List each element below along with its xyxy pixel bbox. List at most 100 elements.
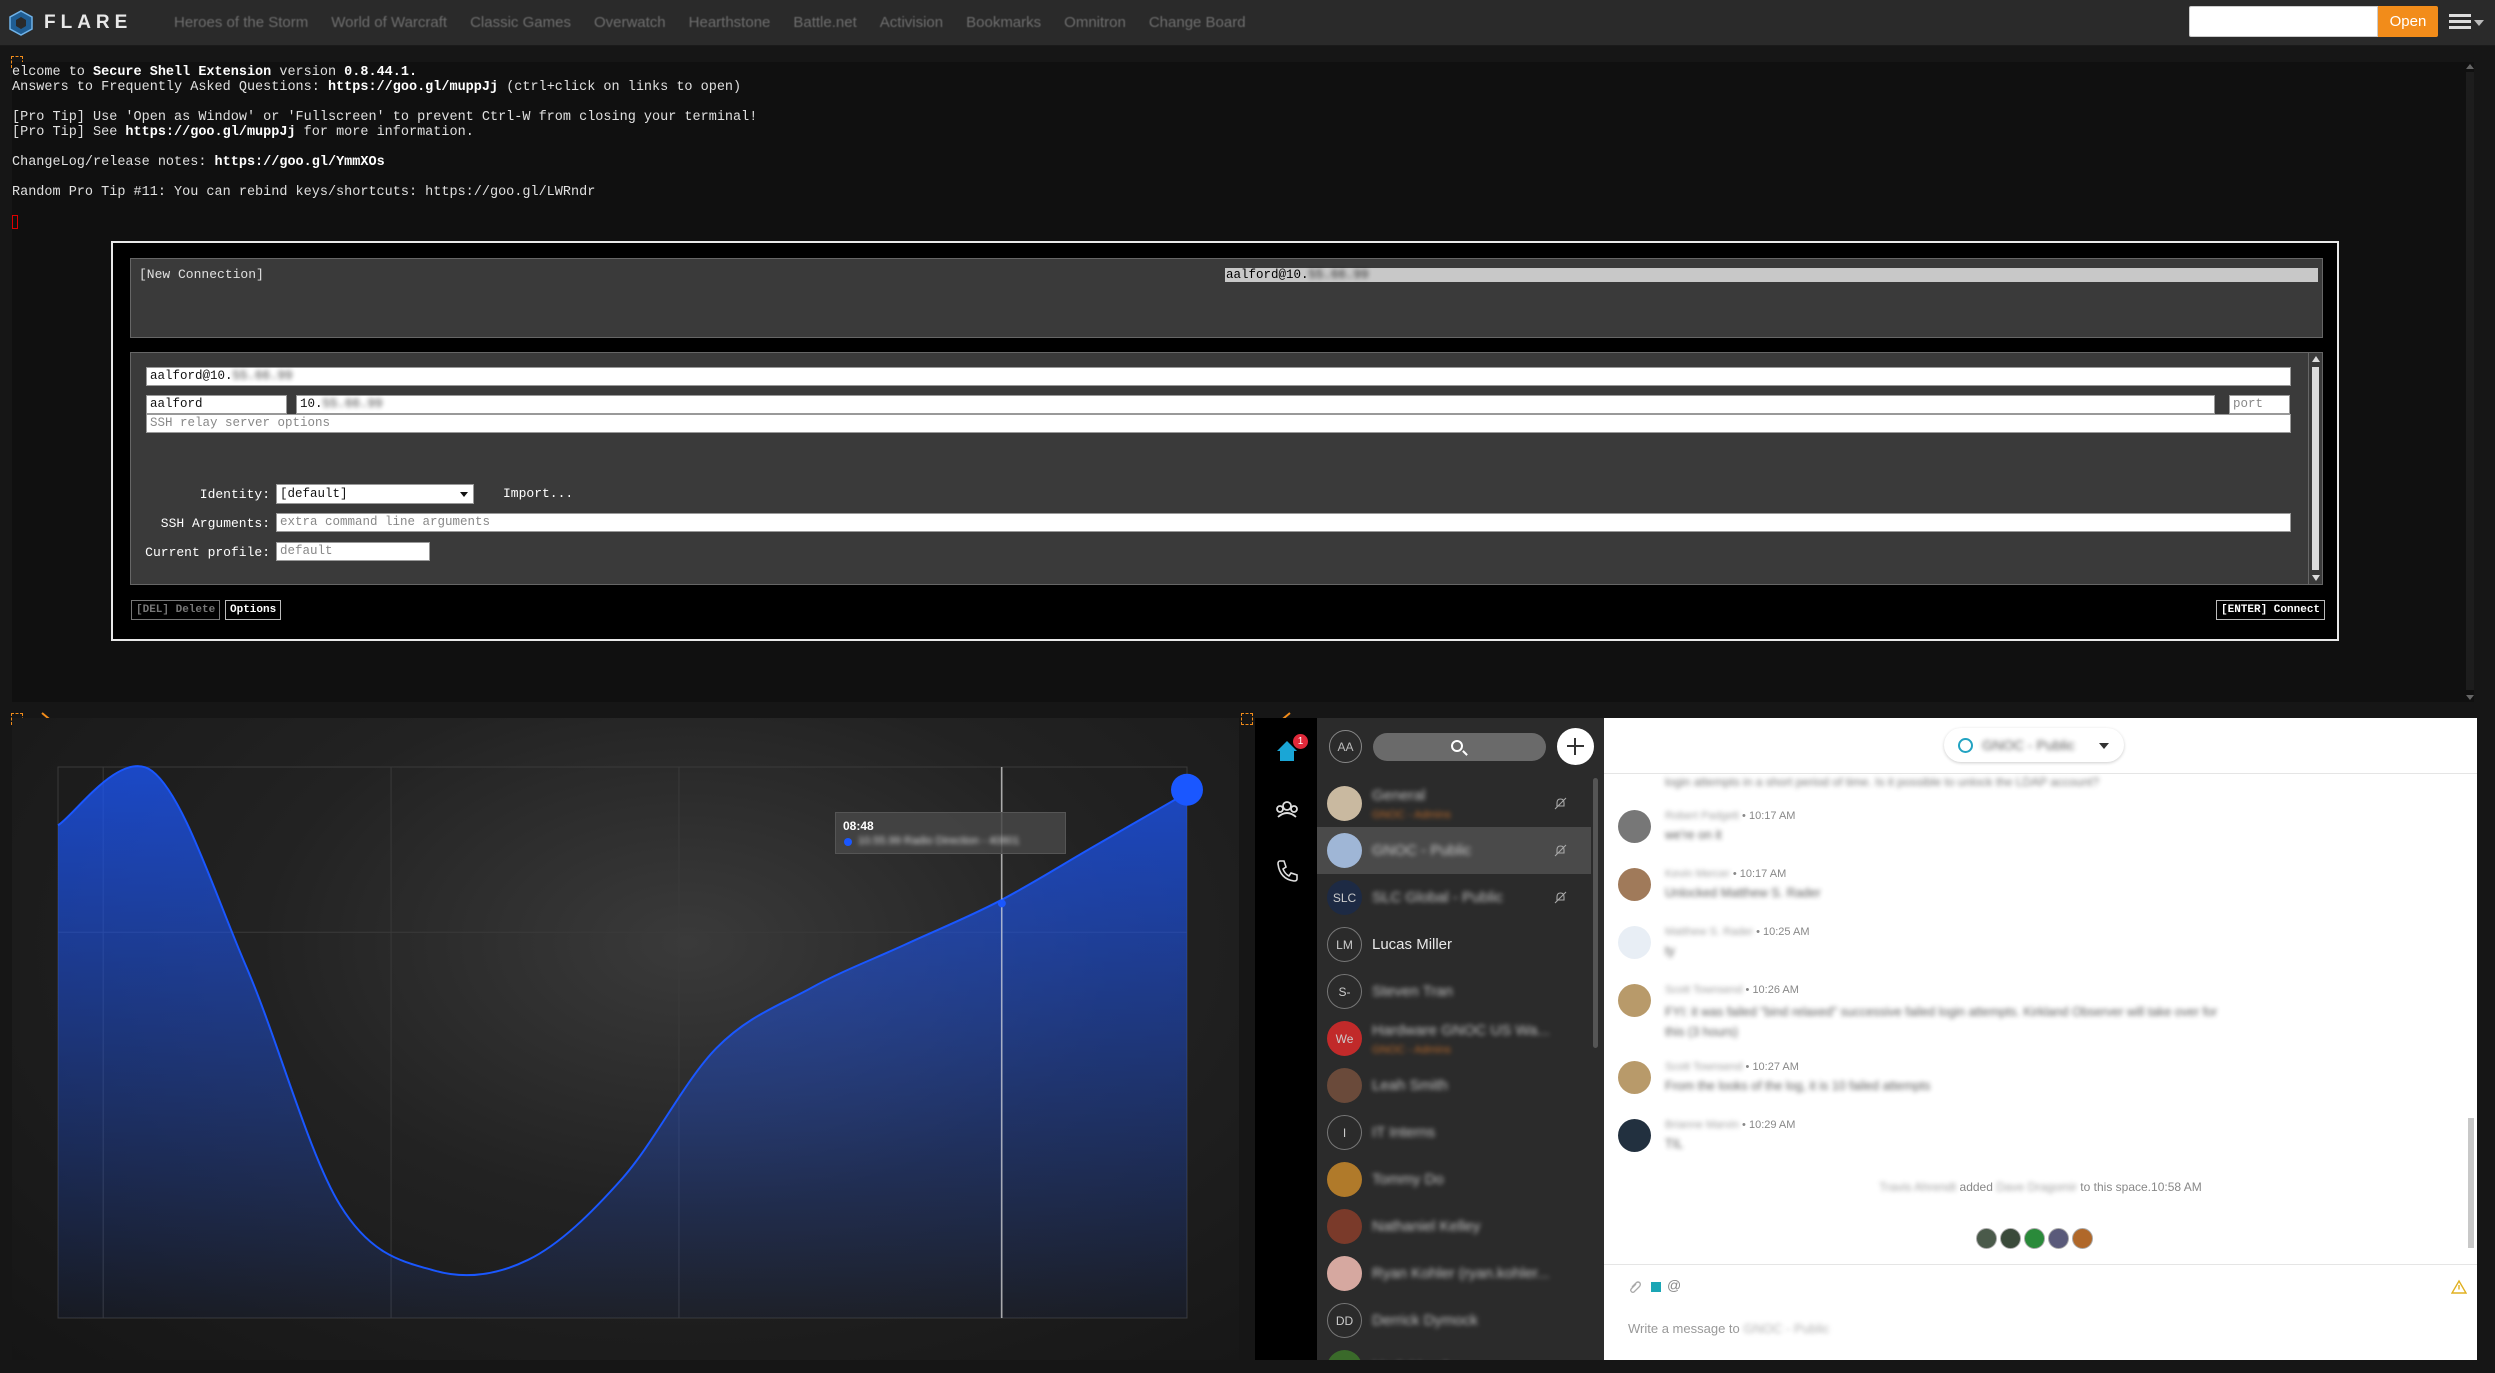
- terminal-line: Random Pro Tip #11: You can rebind keys/…: [12, 185, 596, 200]
- avatar: SLC: [1327, 880, 1362, 915]
- compose-area[interactable]: @ Write a message to GNOC - Public: [1604, 1264, 2477, 1360]
- nav-link[interactable]: World of Warcraft: [331, 14, 447, 31]
- nav-link[interactable]: Change Board: [1149, 14, 1246, 31]
- muted-bell-icon[interactable]: [1554, 797, 1567, 810]
- import-link[interactable]: Import...: [503, 486, 573, 501]
- warning-icon[interactable]: [2451, 1279, 2467, 1295]
- space-list-scrollbar[interactable]: [1593, 778, 1598, 1048]
- muted-bell-icon[interactable]: [1554, 891, 1567, 904]
- caret-down-icon[interactable]: [2474, 20, 2484, 26]
- space-list-item[interactable]: LM Lucas Miller: [1317, 921, 1591, 968]
- ssh-arguments-field[interactable]: extra command line arguments: [276, 513, 2291, 532]
- avatar: LM: [1327, 927, 1362, 962]
- space-search-input[interactable]: [1373, 733, 1546, 761]
- nav-link[interactable]: Overwatch: [594, 14, 666, 31]
- space-list-item[interactable]: S- Steven Tran: [1317, 968, 1591, 1015]
- current-profile-field[interactable]: default: [276, 542, 430, 561]
- form-scrollbar[interactable]: [2309, 352, 2323, 585]
- connection-field[interactable]: aalford@10.55.66.99: [146, 367, 2291, 386]
- brand-logo[interactable]: FLARE: [8, 10, 132, 36]
- flare-hex-icon: [9, 10, 33, 36]
- phone-icon[interactable]: [1274, 858, 1300, 884]
- nav-link[interactable]: Bookmarks: [966, 14, 1041, 31]
- paperclip-icon[interactable]: [1628, 1279, 1642, 1293]
- space-name: General: [1372, 787, 1426, 804]
- faq-link[interactable]: https://goo.gl/muppJj: [125, 125, 295, 140]
- profile-list[interactable]: [New Connection] aalford@10.55.66.99: [130, 258, 2323, 338]
- pane-expand-icon[interactable]: [1241, 713, 1253, 725]
- space-list-item[interactable]: DD Derrick Dymock: [1317, 1297, 1591, 1344]
- delete-button[interactable]: [DEL] Delete: [131, 600, 221, 620]
- avatar[interactable]: [1618, 1061, 1651, 1094]
- space-list-item[interactable]: Tommy Do: [1317, 1156, 1591, 1203]
- teams-icon[interactable]: [1274, 796, 1300, 822]
- space-name: Nathaniel Kelley: [1372, 1218, 1481, 1235]
- avatar[interactable]: [1618, 1119, 1651, 1152]
- search-input[interactable]: [2189, 6, 2378, 37]
- space-list-item[interactable]: Nathaniel Kelley: [1317, 1203, 1591, 1250]
- nav-link[interactable]: Omnitron: [1064, 14, 1126, 31]
- options-button[interactable]: Options: [225, 600, 282, 620]
- message-text: FYI: it was failed "bind relaxed" succes…: [1665, 1005, 2218, 1039]
- new-space-button[interactable]: [1557, 728, 1594, 765]
- changelog-link[interactable]: https://goo.gl/YmmXOs: [215, 155, 385, 170]
- nav-link[interactable]: Classic Games: [470, 14, 571, 31]
- nav-link[interactable]: Activision: [880, 14, 943, 31]
- space-list-item[interactable]: Ryan Kohler (ryan.kohler...: [1317, 1250, 1591, 1297]
- new-connection-item[interactable]: [New Connection]: [139, 267, 264, 282]
- connection-dialog: [New Connection] aalford@10.55.66.99 aal…: [111, 241, 2339, 641]
- compose-placeholder[interactable]: Write a message to GNOC - Public: [1628, 1321, 1829, 1336]
- terminal-scrollbar[interactable]: [2464, 62, 2476, 702]
- nav-link[interactable]: Battle.net: [793, 14, 856, 31]
- space-list-item[interactable]: Leah Smith: [1317, 1062, 1591, 1109]
- connect-button[interactable]: [ENTER] Connect: [2216, 600, 2326, 620]
- space-list-item[interactable]: Mark Murphy: [1317, 1344, 1591, 1360]
- space-list-item[interactable]: I IT Interns: [1317, 1109, 1591, 1156]
- nav-link[interactable]: Hearthstone: [689, 14, 771, 31]
- nav-link[interactable]: Heroes of the Storm: [174, 14, 308, 31]
- port-field[interactable]: port: [2229, 395, 2290, 414]
- space-list-item[interactable]: We Hardware GNOC US Wa... GNOC - Admins: [1317, 1015, 1591, 1062]
- message-author: Matthew S. Rader: [1665, 926, 1754, 938]
- identity-select[interactable]: [default]: [276, 484, 474, 504]
- connection-form: aalford@10.55.66.99 aalford 10.55.66.99 …: [130, 352, 2309, 585]
- latest-point-marker[interactable]: [1171, 773, 1203, 806]
- message-text: TIL: [1665, 1137, 1684, 1151]
- space-list-item[interactable]: GNOC - Public: [1317, 827, 1591, 874]
- space-list-item[interactable]: SLC SLC Global - Public: [1317, 874, 1591, 921]
- avatar[interactable]: [1618, 926, 1651, 959]
- message-time: 10:25 AM: [1763, 926, 1810, 938]
- relay-options-field[interactable]: SSH relay server options: [146, 414, 2291, 433]
- hover-point[interactable]: [997, 899, 1006, 908]
- space-name: Leah Smith: [1372, 1077, 1448, 1094]
- space-list-item[interactable]: General GNOC - Admins: [1317, 780, 1591, 827]
- avatar[interactable]: [1618, 984, 1651, 1017]
- space-title-dropdown[interactable]: GNOC - Public: [1944, 728, 2124, 762]
- terminal-line: [Pro Tip] Use 'Open as Window' or 'Fulls…: [12, 110, 758, 125]
- chart-pane: 08:48 10.55.99 Radio Direction - 40801: [12, 718, 1239, 1360]
- nav-links: Heroes of the Storm World of Warcraft Cl…: [174, 14, 1269, 31]
- message-time: 10:29 AM: [1748, 1119, 1796, 1131]
- message-author: Robert Padgett: [1665, 810, 1739, 822]
- selected-profile-item[interactable]: aalford@10.55.66.99: [1225, 268, 2318, 282]
- avatar[interactable]: [1618, 810, 1651, 843]
- message-meta: Robert Padgett • 10:17 AM: [1665, 810, 1796, 822]
- avatar: [1976, 1228, 1997, 1249]
- conversation-scrollbar[interactable]: [2465, 778, 2475, 1258]
- message-meta: Scott Townsend • 10:26 AM: [1665, 984, 1799, 996]
- whiteboard-icon[interactable]: [1651, 1282, 1661, 1292]
- read-receipts[interactable]: [1976, 1228, 2093, 1249]
- space-team-label: GNOC - Admins: [1372, 809, 1451, 821]
- open-button[interactable]: Open: [2378, 6, 2438, 37]
- avatar: [1327, 1068, 1362, 1103]
- mention-icon[interactable]: @: [1667, 1277, 1681, 1293]
- faq-link[interactable]: https://goo.gl/muppJj: [328, 80, 498, 95]
- avatar[interactable]: [1618, 868, 1651, 901]
- muted-bell-icon[interactable]: [1554, 844, 1567, 857]
- message-author: Scott Townsend: [1665, 984, 1743, 996]
- hamburger-menu-icon[interactable]: [2449, 14, 2471, 32]
- my-avatar[interactable]: AA: [1329, 730, 1362, 763]
- message-time: 10:17 AM: [1748, 810, 1796, 822]
- hostname-field[interactable]: 10.55.66.99: [296, 395, 2215, 414]
- username-field[interactable]: aalford: [146, 395, 287, 414]
